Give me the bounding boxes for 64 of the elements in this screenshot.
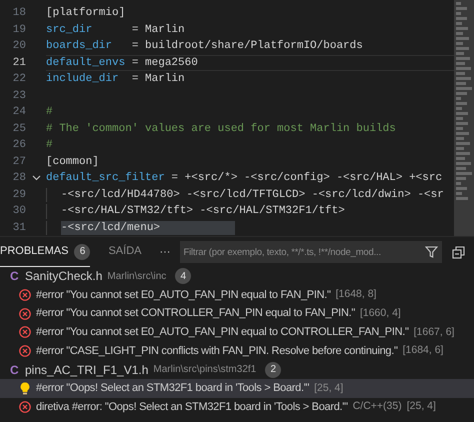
code-text: [common]	[46, 154, 99, 169]
line-number: 23	[12, 88, 26, 104]
line-number: 28	[12, 171, 26, 186]
count-badge: 6	[74, 244, 90, 260]
problem-row[interactable]: #error "Oops! Select an STM32F1 board in 'Tools > Board.'" [25, 4]	[0, 379, 474, 398]
line-number: 27	[12, 154, 26, 170]
problem-row[interactable]: #error "You cannot set E0_AUTO_FAN_PIN equal to CONTROLLER_FAN_PIN." [1667, 6]	[0, 323, 474, 342]
line-number: 21	[12, 56, 26, 70]
file-name: SanityCheck.h	[25, 268, 102, 286]
problem-message: #error "You cannot set E0_AUTO_FAN_PIN equal to FAN_PIN."	[36, 288, 331, 303]
collapse-all-icon[interactable]	[452, 246, 466, 258]
line-number: 31	[12, 220, 26, 236]
code-text: default_envs = mega2560	[46, 56, 198, 70]
more-button[interactable]: ···	[159, 244, 170, 260]
c-file-icon: C	[10, 360, 20, 379]
file-path: Marlin\src\inc	[107, 270, 166, 284]
problem-message: #error "Oops! Select an STM32F1 board in 'Tools > Board.'"	[36, 381, 310, 396]
code-text: include_dir = Marlin	[46, 72, 185, 86]
problem-location: [1648, 8]	[336, 287, 376, 302]
problem-message: diretiva #error: "Oops! Select an STM32F1 board in 'Tools > Board.'"	[36, 400, 348, 415]
problem-location: [1660, 4]	[360, 306, 401, 321]
file-path: Marlin\src\pins\stm32f1	[153, 363, 256, 378]
problem-row[interactable]: #error "You cannot set E0_AUTO_FAN_PIN equal to FAN_PIN." [1648, 8]	[0, 286, 474, 304]
line-number: 22	[12, 72, 26, 87]
count-badge: 4	[175, 268, 192, 284]
line-number: 20	[12, 39, 26, 54]
line-number: 30	[12, 204, 26, 219]
code-text: src_dir = Marlin	[46, 22, 185, 37]
file-name: pins_AC_TRI_F1_V1.h	[25, 362, 148, 379]
code-text: boards_dir = buildroot/share/PlatformIO/boards	[46, 39, 363, 54]
panel-tab[interactable]: PROBLEMAS 6	[0, 237, 90, 267]
filter-field[interactable]: Filtrar (por exemplo, texto, **/*.ts, !**/node_mod...	[180, 241, 442, 263]
c-file-icon: C	[10, 267, 20, 286]
problem-location: [25, 4]	[314, 380, 344, 396]
code-text: # The 'common' values are used for most Marlin builds	[46, 122, 396, 136]
line-number: 26	[12, 138, 26, 153]
problem-source: C/C++(35)	[352, 399, 402, 414]
count-badge: 2	[265, 362, 282, 378]
code-text: -<src/lcd/menu>	[61, 220, 236, 235]
code-text: -<src/HAL/STM32/tft> -<src/HAL/STM32F1/tft>	[61, 204, 345, 218]
line-number: 19	[12, 22, 26, 38]
line-number: 18	[12, 6, 26, 21]
filter-icon[interactable]	[425, 246, 438, 258]
code-text: #	[46, 105, 53, 120]
line-number: 29	[12, 188, 26, 202]
problem-row[interactable]: diretiva #error: "Oops! Select an STM32F1 board in 'Tools > Board.'" C/C++(35) [25, 4]	[0, 398, 474, 416]
problem-message: #error "You cannot set E0_AUTO_FAN_PIN equal to CONTROLLER_FAN_PIN."	[36, 325, 409, 340]
problem-location: [1667, 6]	[414, 324, 454, 340]
problem-message: #error "CASE_LIGHT_PIN conflicts with FAN_PIN. Resolve before continuing."	[36, 344, 398, 359]
problem-location: [1684, 6]	[402, 343, 444, 358]
line-number: 24	[12, 105, 26, 120]
code-text: [platformio]	[46, 6, 126, 20]
code-text: default_src_filter = +<src/*> -<src/config> -<src/HAL> +<src	[46, 171, 442, 186]
problem-location: [25, 4]	[406, 399, 436, 414]
file-group-row[interactable]: C SanityCheck.h Marlin\src\inc 4	[0, 267, 474, 286]
code-text: -<src/lcd/HD44780> -<src/lcd/TFTGLCD> -<src/lcd/dwin> -<sr	[61, 188, 444, 202]
code-text: #	[46, 138, 53, 152]
problem-message: #error "You cannot set CONTROLLER_FAN_PIN equal to FAN_PIN."	[36, 306, 355, 322]
file-group-row[interactable]: C pins_AC_TRI_F1_V1.h Marlin\src\pins\stm32f1 2	[0, 360, 474, 380]
panel-tab[interactable]: SAÍDA	[108, 237, 142, 267]
line-number: 25	[12, 122, 26, 136]
problem-row[interactable]: #error "CASE_LIGHT_PIN conflicts with FAN_PIN. Resolve before continuing." [1684, 6]	[0, 342, 474, 360]
problem-row[interactable]: #error "You cannot set CONTROLLER_FAN_PIN equal to FAN_PIN." [1660, 4]	[0, 304, 474, 324]
chevron-down-icon[interactable]	[32, 175, 40, 182]
